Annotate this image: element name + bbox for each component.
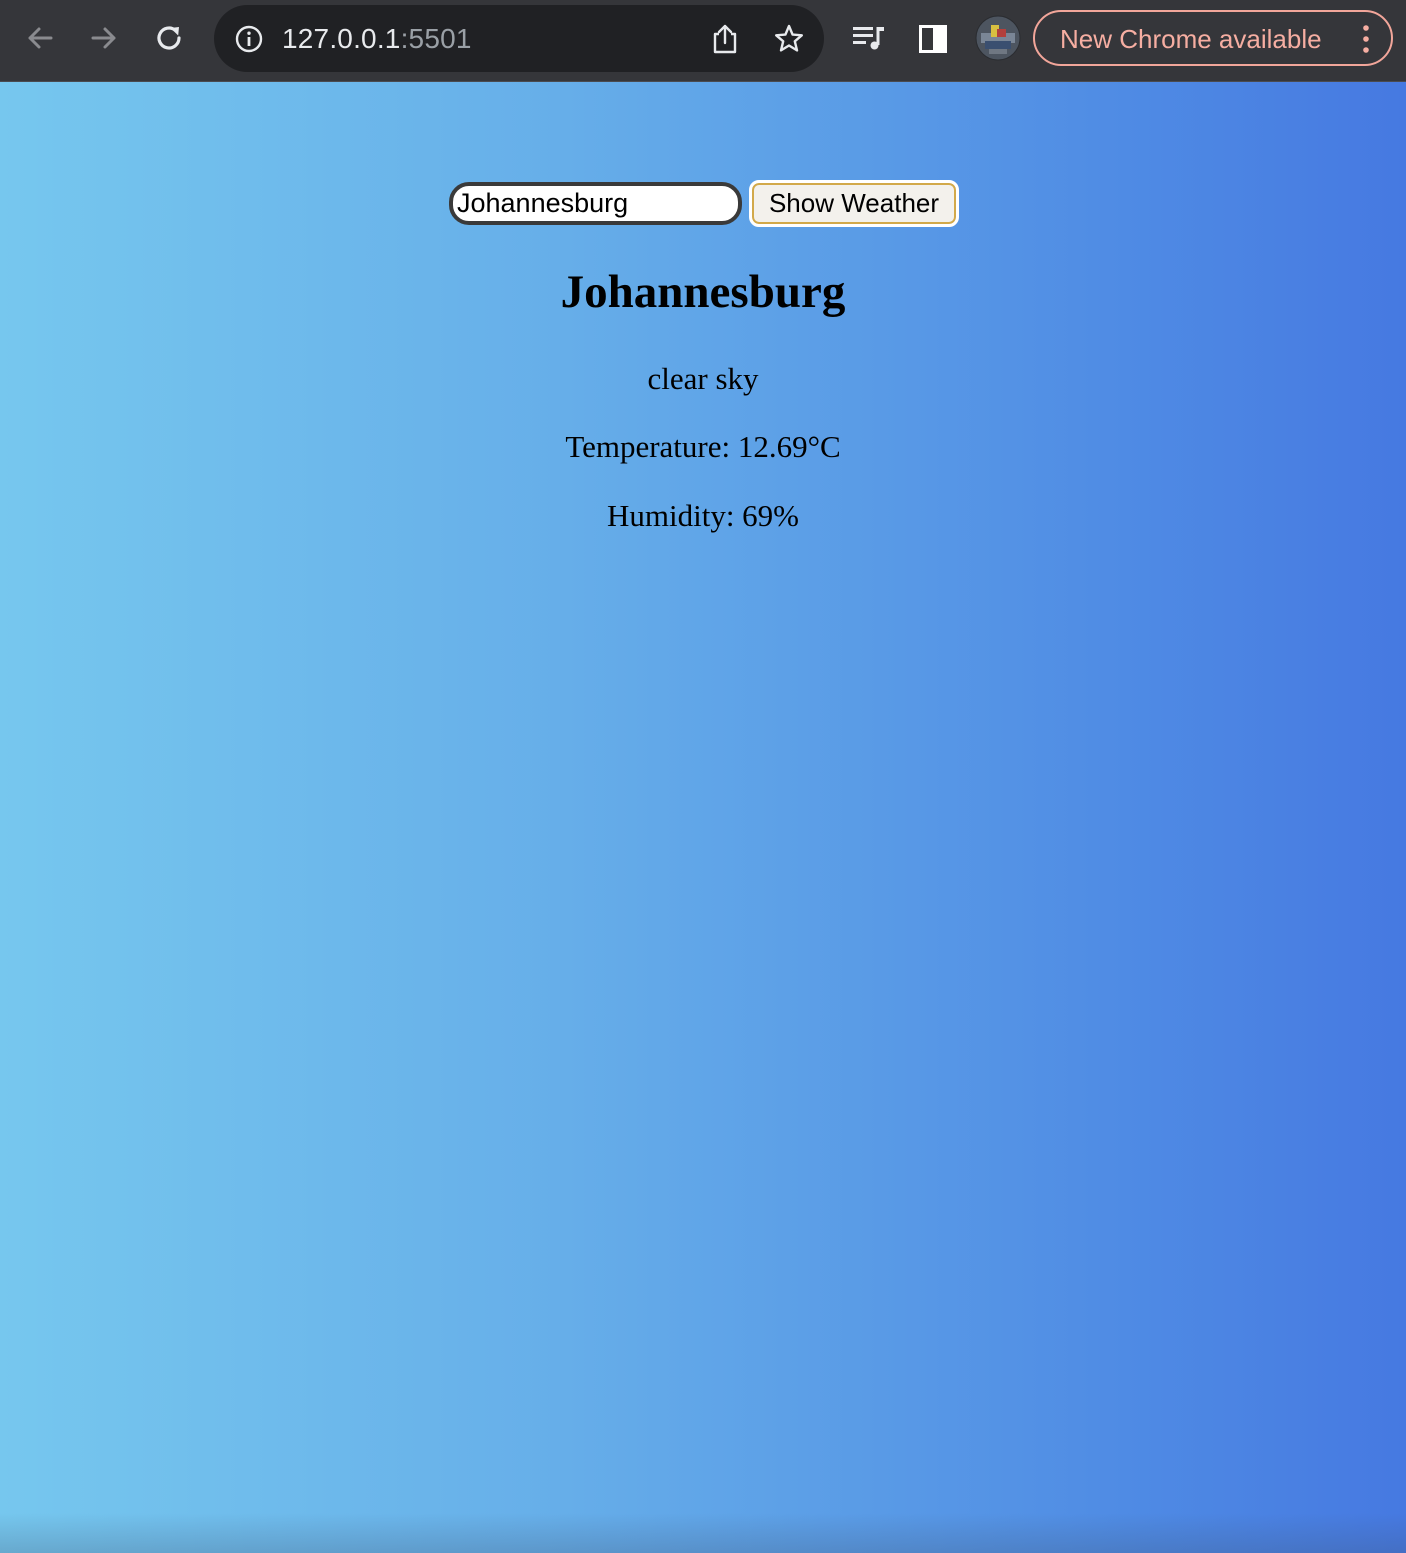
media-queue-icon[interactable] [851, 22, 887, 54]
star-icon[interactable] [773, 23, 805, 55]
city-name: Johannesburg [560, 266, 846, 318]
url-port: :5501 [400, 23, 472, 54]
arrow-left-icon [28, 27, 53, 49]
page-content: Show Weather Johannesburg clear sky Temp… [0, 82, 1406, 1553]
arrow-right-icon [91, 27, 116, 49]
reload-icon [157, 26, 181, 50]
temperature-text: Temperature: 12.69°C [565, 429, 841, 464]
browser-toolbar: 127.0.0.1:5501 New Chrome available [0, 0, 1406, 82]
more-menu-icon[interactable] [1361, 23, 1371, 55]
side-panel-icon[interactable] [918, 24, 948, 54]
humidity-text: Humidity: 69% [606, 498, 800, 533]
reload-button[interactable] [149, 18, 189, 58]
show-weather-button[interactable]: Show Weather [749, 180, 959, 227]
back-button[interactable] [20, 18, 60, 58]
city-input[interactable] [449, 182, 742, 225]
weather-description: clear sky [647, 361, 759, 396]
url-host: 127.0.0.1 [282, 23, 401, 54]
profile-avatar[interactable] [975, 15, 1021, 61]
address-bar[interactable]: 127.0.0.1:5501 [214, 5, 824, 72]
update-chrome-button[interactable]: New Chrome available [1033, 10, 1393, 66]
update-label: New Chrome available [1060, 24, 1322, 54]
share-icon[interactable] [710, 22, 740, 56]
forward-button[interactable] [84, 18, 124, 58]
info-icon [235, 25, 263, 53]
url-text: 127.0.0.1:5501 [282, 22, 472, 56]
